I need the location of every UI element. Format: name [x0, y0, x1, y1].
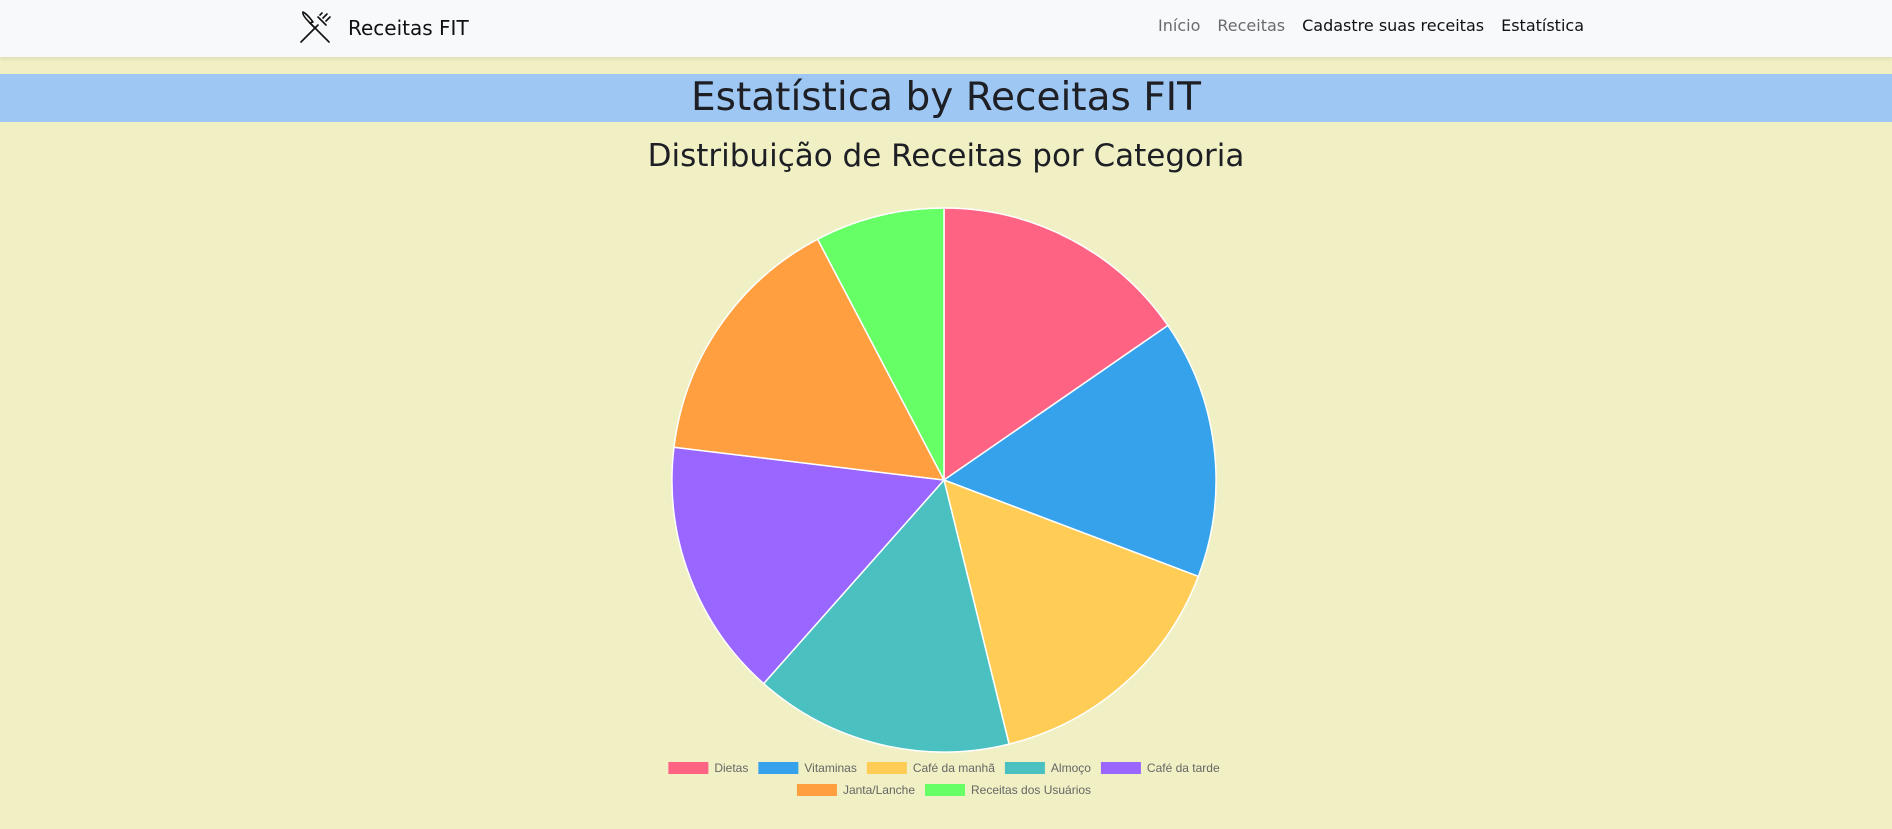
legend-swatch-1 [758, 762, 799, 774]
legend-swatch-0 [668, 762, 709, 774]
pie-chart: Dietas Vitaminas Café da manhã Almoço Café d… [668, 207, 1220, 797]
legend-item-6[interactable]: Receitas dos Usuários [925, 783, 1091, 797]
legend-item-1[interactable]: Vitaminas [758, 761, 857, 775]
legend-swatch-5 [796, 784, 837, 796]
legend-label-5: Janta/Lanche [843, 783, 915, 797]
legend-item-2[interactable]: Café da manhã [866, 761, 995, 775]
pie-slices [671, 207, 1217, 753]
legend-swatch-3 [1004, 762, 1045, 774]
legend-swatch-2 [866, 762, 907, 774]
legend-swatch-6 [925, 784, 965, 796]
legend-label-2: Café da manhã [913, 761, 995, 775]
legend-label-1: Vitaminas [804, 761, 856, 775]
legend-label-3: Almoço [1051, 761, 1091, 775]
legend-item-4[interactable]: Café da tarde [1100, 761, 1220, 775]
legend-label-6: Receitas dos Usuários [971, 783, 1091, 797]
legend-item-5[interactable]: Janta/Lanche [796, 783, 915, 797]
legend-label-4: Café da tarde [1147, 761, 1220, 775]
legend-swatch-4 [1100, 762, 1141, 774]
chart-legend: Dietas Vitaminas Café da manhã Almoço Café d… [668, 761, 1220, 797]
legend-item-3[interactable]: Almoço [1004, 761, 1091, 775]
legend-item-0[interactable]: Dietas [668, 761, 748, 775]
legend-label-0: Dietas [714, 761, 748, 775]
